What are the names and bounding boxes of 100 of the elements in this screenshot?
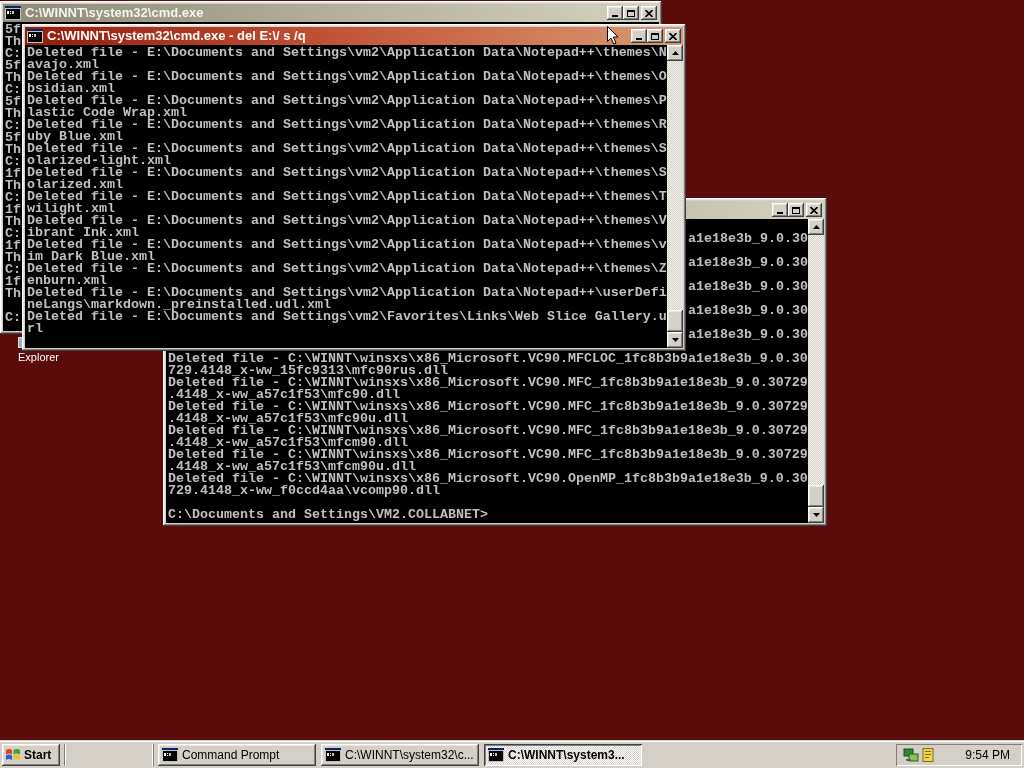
console-line: C:: [5, 264, 21, 276]
scroll-down-button[interactable]: [808, 507, 824, 523]
console-line: 5f: [5, 96, 21, 108]
console-line: C:: [5, 120, 21, 132]
maximize-icon: [792, 206, 800, 214]
scroll-down-button[interactable]: [667, 332, 683, 348]
console-line: Deleted file - E:\Documents and Settings\vm2\Application Data\Notepad++\themes\O: [27, 71, 667, 83]
console-line: Deleted file - E:\Documents and Settings\vm2\Application Data\Notepad++\themes\v: [27, 239, 667, 251]
monitor-icon[interactable]: [903, 747, 919, 763]
close-button[interactable]: [665, 29, 681, 43]
console-line: 1f: [5, 168, 21, 180]
console-line: Deleted file - C:\WINNT\winsxs\x86_Microsoft.VC90.MFCLOC_1fc8b3b9a1e18e3b_9.0.30: [168, 353, 808, 365]
close-button[interactable]: [806, 203, 822, 217]
maximize-icon: [627, 9, 635, 17]
console-icon: [325, 748, 341, 762]
console-line: .4148_x-ww_a57c1f53\mfc90u.dll: [168, 413, 408, 425]
console-line: 1f: [5, 276, 21, 288]
maximize-button[interactable]: [623, 6, 639, 20]
console-line: olarized.xml: [27, 179, 123, 191]
maximize-icon: [651, 32, 659, 40]
caret-down-icon: [812, 513, 820, 517]
start-button[interactable]: Start: [2, 744, 60, 766]
console-line: 1f: [5, 204, 21, 216]
console-line: Deleted file - C:\WINNT\winsxs\x86_Microsoft.VC90.MFC_1fc8b3b9a1e18e3b_9.0.30729: [168, 449, 808, 461]
scroll-up-button[interactable]: [808, 219, 824, 235]
console-line: olarized-light.xml: [27, 155, 171, 167]
caret-down-icon: [671, 338, 679, 342]
close-icon: [669, 32, 677, 40]
console-line: uby Blue.xml: [27, 131, 123, 143]
console-line: Th: [5, 72, 21, 84]
console-line: 729.4148_x-ww_15fc9313\mfc90rus.dll: [168, 365, 448, 377]
taskbar-button[interactable]: C:\WINNT\system32\c...: [321, 744, 479, 766]
console-line: 729.4148_x-ww_f0ccd4aa\vcomp90.dll: [168, 485, 440, 497]
console-line: Th: [5, 216, 21, 228]
console-line: Deleted file - C:\WINNT\winsxs\x86_Microsoft.VC90.MFC_1fc8b3b9a1e18e3b_9.0.30729: [168, 377, 808, 389]
console-line: a1e18e3b_9.0.30: [688, 281, 808, 293]
console-line: Deleted file - E:\Documents and Settings\vm2\Application Data\Notepad++\themes\Z: [27, 263, 667, 275]
window-title: C:\WINNT\system32\cmd.exe: [25, 5, 204, 21]
console-line: Deleted file - E:\Documents and Settings\vm2\Application Data\Notepad++\themes\V: [27, 215, 667, 227]
console-line: a1e18e3b_9.0.30: [688, 329, 808, 341]
console-line: C:: [5, 156, 21, 168]
console-line: Deleted file - C:\WINNT\winsxs\x86_Microsoft.VC90.OpenMP_1fc8b3b9a1e18e3b_9.0.30: [168, 473, 808, 485]
console-icon: [5, 6, 21, 20]
minimize-button[interactable]: [607, 6, 623, 20]
taskbar-button[interactable]: C:\WINNT\system3...: [484, 744, 642, 766]
clock[interactable]: 9:54 PM: [965, 748, 1010, 762]
console-line: avajo.xml: [27, 59, 99, 71]
console-line: Th: [5, 144, 21, 156]
desktop-icon-label[interactable]: Explorer: [18, 351, 59, 364]
console-line: Deleted file - E:\Documents and Settings\vm2\Application Data\Notepad++\themes\T: [27, 191, 667, 203]
console-line: Deleted file - E:\Documents and Settings\vm2\Application Data\Notepad++\themes\P: [27, 95, 667, 107]
scrollbar[interactable]: [667, 45, 683, 348]
taskbar-button[interactable]: Command Prompt: [158, 744, 316, 766]
console-line: Deleted file - E:\Documents and Settings\vm2\Application Data\Notepad++\themes\S: [27, 143, 667, 155]
console-line: Th: [5, 252, 21, 264]
console-line: 5f: [5, 132, 21, 144]
console-line: C:\Documents and Settings\VM2.COLLABNET>: [168, 509, 488, 521]
maximize-button[interactable]: [647, 29, 663, 43]
console-line: Th: [5, 36, 21, 48]
console-icon: [488, 748, 504, 762]
console-line: Th: [5, 180, 21, 192]
console-line: im Dark Blue.xml: [27, 251, 155, 263]
console-line: C:: [5, 48, 21, 60]
console-line: bsidian.xml: [27, 83, 115, 95]
minimize-button[interactable]: [631, 29, 647, 43]
console-line: Deleted file - E:\Documents and Settings\vm2\Application Data\Notepad++\userDefi: [27, 287, 667, 299]
console-line: neLangs\markdown._preinstalled.udl.xml: [27, 299, 331, 311]
console-icon: [162, 748, 178, 762]
maximize-button[interactable]: [788, 203, 804, 217]
window-title: C:\WINNT\system32\cmd.exe - del E:\/ s /q: [47, 28, 306, 44]
console-line: .4148_x-ww_a57c1f53\mfc90.dll: [168, 389, 400, 401]
document-icon[interactable]: [920, 747, 936, 763]
close-icon: [645, 9, 653, 17]
console-line: Deleted file - C:\WINNT\winsxs\x86_Microsoft.VC90.MFC_1fc8b3b9a1e18e3b_9.0.30729: [168, 401, 808, 413]
console-line: a1e18e3b_9.0.30: [688, 233, 808, 245]
console-line: C:: [5, 312, 21, 324]
console-line: C:: [5, 228, 21, 240]
caret-up-icon: [671, 51, 679, 55]
console-line: rl: [27, 323, 43, 335]
scroll-up-button[interactable]: [667, 45, 683, 61]
console-icon: [27, 29, 43, 43]
console-line: Deleted file - E:\Documents and Settings\vm2\Application Data\Notepad++\themes\N: [27, 47, 667, 59]
console-line: Deleted file - E:\Documents and Settings\vm2\Favorites\Links\Web Slice Gallery.u: [27, 311, 667, 323]
caret-up-icon: [812, 225, 820, 229]
console-line: 1f: [5, 240, 21, 252]
console-line: Deleted file - C:\WINNT\winsxs\x86_Microsoft.VC90.MFC_1fc8b3b9a1e18e3b_9.0.30729: [168, 425, 808, 437]
console-line: ibrant Ink.xml: [27, 227, 139, 239]
scroll-thumb[interactable]: [667, 310, 683, 332]
close-icon: [810, 206, 818, 214]
flag-icon: [5, 748, 21, 762]
console-line: .4148_x-ww_a57c1f53\mfcm90u.dll: [168, 461, 416, 473]
scroll-thumb[interactable]: [808, 485, 824, 507]
console-line: 5f: [5, 24, 21, 36]
console-line: a1e18e3b_9.0.30: [688, 305, 808, 317]
console-line: C:: [5, 192, 21, 204]
minimize-button[interactable]: [772, 203, 788, 217]
console-line: wilight.xml: [27, 203, 115, 215]
console-line: a1e18e3b_9.0.30: [688, 257, 808, 269]
scrollbar[interactable]: [808, 219, 824, 523]
close-button[interactable]: [641, 6, 657, 20]
